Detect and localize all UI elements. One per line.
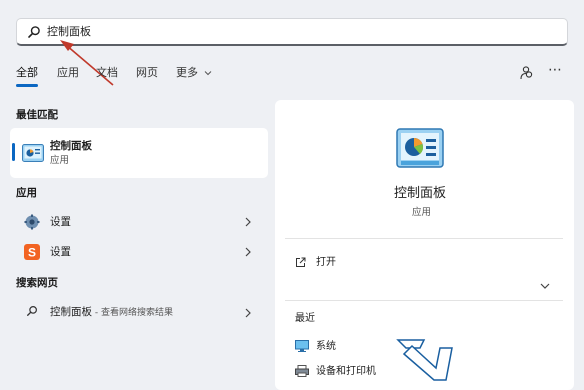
svg-text:S: S	[28, 246, 36, 260]
best-match-title: 控制面板	[50, 140, 92, 152]
search-icon	[28, 26, 40, 38]
chevron-down-icon[interactable]	[540, 282, 550, 290]
detail-subtitle: 应用	[412, 207, 432, 218]
list-item[interactable]	[10, 240, 268, 264]
chevron-down-icon	[204, 71, 211, 76]
tab-more[interactable]: 更多	[176, 66, 212, 80]
system-icon	[295, 340, 309, 352]
tab-documents[interactable]: 文档	[96, 66, 118, 80]
app-settings-label-1: 设置	[50, 216, 71, 228]
apps-heading: 应用	[16, 187, 37, 199]
web-result-suffix: - 查看网络搜索结果	[92, 308, 173, 318]
watermark-text: 爱纯净	[464, 333, 560, 368]
recent-item-label: 设备和打印机	[316, 366, 376, 377]
recent-item-label: 系统	[316, 341, 336, 352]
control-panel-icon-large	[396, 128, 444, 168]
chevron-right-icon[interactable]	[244, 247, 252, 257]
annotation-arrow	[60, 40, 114, 86]
web-result-query: 控制面板	[50, 306, 92, 318]
best-match-heading: 最佳匹配	[16, 109, 58, 121]
printer-icon	[295, 365, 309, 377]
watermark-logo	[396, 339, 453, 381]
tab-all[interactable]: 全部	[16, 66, 38, 80]
divider	[285, 300, 563, 301]
share-icon[interactable]	[519, 65, 534, 80]
best-match-card[interactable]	[10, 128, 268, 178]
web-result: 控制面板 - 查看网络搜索结果	[50, 305, 173, 320]
divider	[285, 238, 563, 239]
detail-title: 控制面板	[394, 186, 447, 201]
best-match-subtitle: 应用	[50, 155, 70, 166]
recent-heading: 最近	[295, 313, 315, 324]
search-icon	[27, 306, 37, 316]
gear-icon	[24, 214, 40, 230]
chevron-right-icon[interactable]	[244, 217, 252, 227]
tab-active-indicator	[16, 84, 38, 87]
more-options-icon[interactable]: ⋯	[548, 62, 562, 78]
control-panel-icon	[22, 144, 44, 162]
open-external-icon	[296, 257, 306, 267]
sogou-icon: S	[24, 244, 40, 260]
watermark-url: aichunjing.com	[466, 371, 569, 385]
list-item[interactable]	[10, 210, 268, 234]
tab-apps[interactable]: 应用	[57, 66, 79, 80]
web-search-heading: 搜索网页	[16, 277, 58, 289]
open-label: 打开	[316, 257, 336, 268]
selection-indicator	[12, 143, 15, 161]
app-settings-label-2: 设置	[50, 246, 71, 258]
tab-web[interactable]: 网页	[136, 66, 158, 80]
chevron-right-icon[interactable]	[244, 308, 252, 318]
tab-more-label: 更多	[176, 66, 198, 79]
